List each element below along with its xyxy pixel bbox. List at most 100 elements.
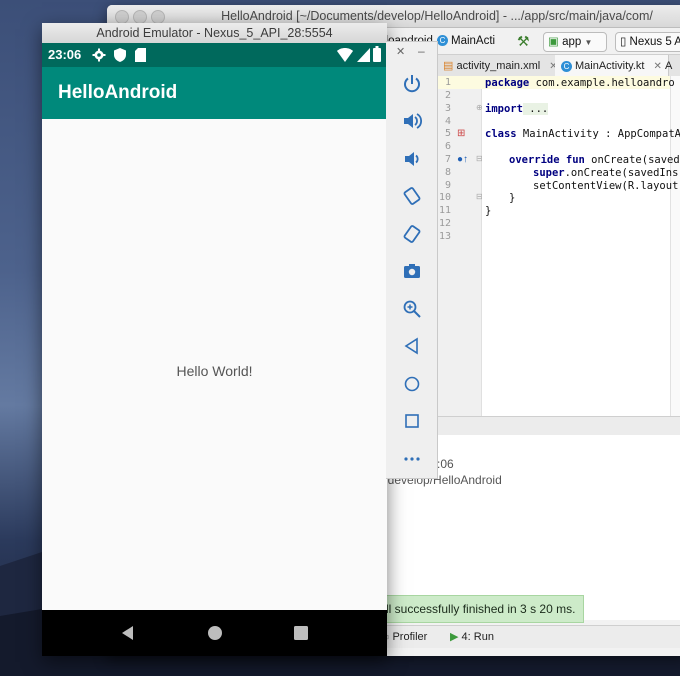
tab-label: activity_main.xml [456, 60, 541, 72]
code-keyword: override fun [509, 154, 585, 166]
code-line-3: import ... [485, 103, 549, 115]
device-label: Nexus 5 AP [629, 36, 680, 48]
code-text: onCreate(saved [584, 154, 680, 166]
close-icon[interactable]: ✕ [396, 45, 405, 58]
code-keyword: class [485, 128, 517, 140]
battery-icon [373, 46, 381, 62]
overview-button[interactable] [386, 406, 437, 436]
back-icon[interactable] [120, 625, 136, 641]
override-gutter-icon[interactable]: ●↑ [457, 154, 468, 165]
volume-up-icon [403, 113, 422, 129]
build-hammer-icon[interactable]: ⚒ [517, 32, 530, 50]
rotate-right-button[interactable] [386, 219, 437, 249]
code-line-8: override fun onCreate(saved [509, 154, 680, 166]
status-clock: 23:06 [48, 47, 82, 62]
wifi-icon [337, 48, 353, 62]
editor-scrollbar[interactable] [670, 76, 680, 416]
code-text: com.example.helloandro [529, 77, 675, 89]
run-config-select[interactable]: ▣ app ▼ [543, 32, 607, 52]
overview-icon[interactable] [293, 625, 309, 641]
rotate-left-button[interactable] [386, 181, 437, 211]
line-number: 12 [438, 218, 451, 229]
home-circle-icon [404, 376, 419, 392]
overview-square-icon [404, 414, 419, 428]
code-line-12: } [485, 205, 492, 217]
settings-gear-icon [92, 48, 106, 62]
fold-icon[interactable]: ⊟ [476, 154, 483, 163]
rotate-right-icon [403, 225, 420, 243]
device-icon: ▯ [620, 36, 627, 48]
emulator-titlebar: Android Emulator - Nexus_5_API_28:5554 [42, 23, 387, 43]
code-line-10: setContentView(R.layout [533, 180, 679, 192]
ide-title: HelloAndroid [~/Documents/develop/HelloA… [221, 9, 653, 23]
back-button[interactable] [386, 331, 437, 361]
line-number: 9 [444, 180, 451, 191]
power-icon [403, 75, 420, 93]
line-number: 1 [444, 77, 451, 88]
screenshot-button[interactable] [386, 256, 437, 286]
app-bar: HelloAndroid [42, 67, 387, 119]
code-text: MainActivity : AppCompatA [516, 128, 680, 140]
profiler-label: Profiler [392, 631, 428, 643]
volume-down-icon [404, 152, 419, 166]
minimize-icon[interactable]: – [418, 44, 425, 58]
run-config-label: app [562, 36, 582, 48]
zoom-icon [403, 300, 421, 318]
breadcrumb-file-label: MainActi [451, 35, 496, 47]
line-number: 5 [444, 128, 451, 139]
back-triangle-icon [404, 337, 418, 355]
camera-icon [403, 264, 420, 278]
line-number: 10 [438, 192, 451, 203]
fold-icon[interactable]: ⊕ [476, 103, 483, 112]
code-text: .onCreate(savedIns [564, 167, 679, 179]
code-line-11: } [509, 192, 516, 204]
more-dots-icon [403, 457, 420, 461]
run-output-line: :06 [437, 457, 454, 471]
tab-label: MainActivity.kt [575, 60, 645, 72]
run-icon: ▶ [450, 631, 459, 643]
kotlin-file-icon: C [561, 60, 572, 72]
tab-label: A [665, 60, 673, 72]
power-button[interactable] [386, 69, 437, 99]
kotlin-file-icon: C [437, 35, 448, 47]
volume-up-button[interactable] [386, 106, 437, 136]
emulator-controls-panel: ✕ – [386, 41, 438, 479]
class-gutter-icon[interactable]: ⊞ [457, 128, 465, 139]
code-text: ... [522, 103, 549, 115]
line-number: 7 [444, 154, 451, 165]
home-button[interactable] [386, 369, 437, 399]
zoom-button[interactable] [386, 294, 437, 324]
home-icon[interactable] [207, 625, 223, 641]
line-number: 11 [438, 205, 451, 216]
xml-file-icon: ▤ [443, 60, 454, 72]
volume-down-button[interactable] [386, 144, 437, 174]
code-line-9: super.onCreate(savedIns [533, 167, 678, 179]
code-line-1: package com.example.helloandro [485, 77, 675, 89]
android-nav-bar [42, 610, 387, 656]
build-success-notification[interactable]: ll successfully finished in 3 s 20 ms. [379, 595, 585, 623]
code-keyword: import [485, 103, 523, 115]
hello-world-text: Hello World! [176, 363, 253, 379]
tab-mainactivity-kt[interactable]: C MainActivity.kt ✕ [555, 55, 669, 77]
breadcrumb-file[interactable]: C MainActi [437, 32, 495, 50]
app-content[interactable]: Hello World! [42, 119, 387, 610]
line-number: 13 [438, 231, 451, 242]
tab-overflow[interactable]: A [659, 55, 678, 77]
fold-icon[interactable]: ⊟ [476, 192, 483, 201]
editor-gutter [437, 76, 482, 416]
line-number: 2 [444, 90, 451, 101]
tab-activity-main-xml[interactable]: ▤ activity_main.xml ✕ [437, 55, 565, 77]
line-number: 8 [444, 167, 451, 178]
run-tab[interactable]: ▶ 4: Run [450, 630, 494, 643]
app-title: HelloAndroid [58, 82, 178, 103]
android-icon: ▣ [548, 36, 559, 48]
code-keyword: package [485, 77, 530, 89]
run-label: 4: Run [461, 631, 494, 643]
more-button[interactable] [386, 444, 437, 474]
device-select[interactable]: ▯ Nexus 5 AP [615, 32, 680, 52]
rotate-left-icon [403, 187, 420, 205]
chevron-down-icon: ▼ [584, 38, 593, 47]
code-keyword: super [533, 167, 565, 179]
line-number: 3 [444, 103, 451, 114]
android-status-bar: 23:06 [42, 43, 387, 67]
